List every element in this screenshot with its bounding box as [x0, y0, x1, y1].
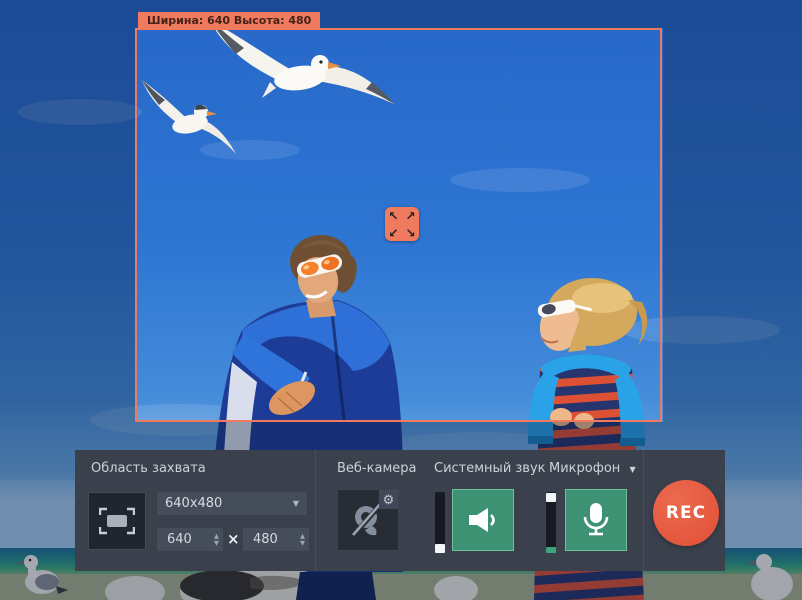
man-lower-body: [296, 572, 376, 600]
microphone-slider-handle[interactable]: [546, 493, 556, 502]
panel-divider-2: [643, 450, 644, 571]
move-capture-handle[interactable]: ↖ ↗ ↙ ↘: [385, 207, 419, 241]
capture-area-title: Область захвата: [91, 461, 206, 476]
resolution-value: 640x480: [165, 496, 222, 511]
system-sound-title: Системный звук: [434, 461, 546, 476]
panel-divider-1: [315, 450, 316, 571]
system-sound-toggle-button[interactable]: [452, 489, 514, 551]
height-spinner-arrows[interactable]: ▲ ▼: [300, 533, 305, 546]
microphone-toggle-button[interactable]: [565, 489, 627, 551]
arrow-sw-icon: ↙: [385, 224, 402, 241]
microphone-level-fill: [546, 547, 556, 553]
spin-down-icon[interactable]: ▼: [214, 540, 219, 547]
width-spinner[interactable]: 640 ▲ ▼: [157, 528, 223, 551]
spin-down-icon[interactable]: ▼: [300, 540, 305, 547]
chevron-down-icon: ▼: [293, 499, 299, 508]
control-panel: Область захвата 640x480 ▼ 640 ▲ ▼ × 480: [75, 450, 725, 571]
speaker-icon: [467, 507, 499, 533]
arrow-nw-icon: ↖: [385, 207, 402, 224]
webcam-settings-button[interactable]: ⚙: [379, 490, 398, 509]
arrow-se-icon: ↘: [402, 224, 419, 241]
microphone-icon: [581, 502, 611, 538]
microphone-slider[interactable]: [546, 492, 556, 553]
height-value: 480: [253, 532, 278, 547]
multiply-sign: ×: [227, 530, 240, 548]
width-value: 640: [167, 532, 192, 547]
capture-size-label: Ширина: 640 Высота: 480: [138, 12, 320, 29]
system-sound-slider-handle[interactable]: [435, 544, 445, 553]
width-spinner-arrows[interactable]: ▲ ▼: [214, 533, 219, 546]
arrow-ne-icon: ↗: [402, 207, 419, 224]
webcam-title: Веб-камера: [337, 461, 416, 476]
capture-area-button[interactable]: [88, 492, 146, 550]
microphone-dropdown-caret-icon[interactable]: ▼: [629, 465, 635, 474]
resolution-dropdown[interactable]: 640x480 ▼: [157, 492, 307, 515]
rec-button[interactable]: REC: [653, 480, 719, 546]
microphone-title[interactable]: Микрофон ▼: [549, 461, 636, 476]
gear-icon: ⚙: [383, 492, 395, 507]
webcam-toggle-button[interactable]: ⚙: [337, 489, 399, 551]
height-spinner[interactable]: 480 ▲ ▼: [243, 528, 309, 551]
system-sound-slider[interactable]: [435, 492, 445, 553]
capture-area-icon: [99, 507, 135, 535]
microphone-title-text: Микрофон: [549, 461, 620, 476]
screen-recorder-app: Ширина: 640 Высота: 480 ↖ ↗ ↙ ↘ Область …: [0, 0, 802, 600]
